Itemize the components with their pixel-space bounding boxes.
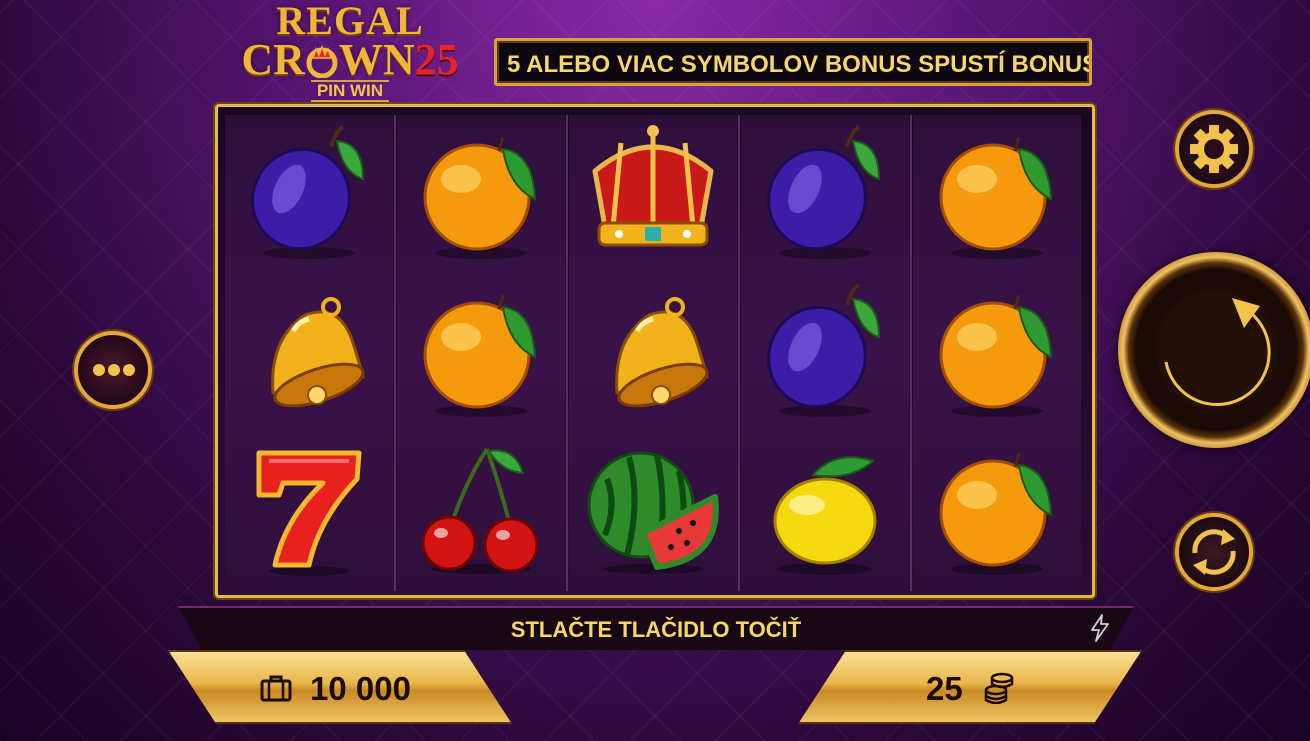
crown-symbol <box>569 115 737 270</box>
reel-divider <box>910 115 912 591</box>
orange-symbol <box>397 273 565 428</box>
orange-symbol <box>913 431 1081 586</box>
briefcase-icon <box>260 675 292 702</box>
orange-symbol <box>397 115 565 270</box>
plum-symbol <box>225 115 393 270</box>
reel-divider <box>394 115 396 591</box>
menu-button[interactable] <box>74 331 152 409</box>
lightning-icon[interactable] <box>1090 614 1110 642</box>
seven-symbol <box>225 431 393 586</box>
plum-symbol <box>741 273 909 428</box>
game-logo: REGAL CR WN25 PIN WIN <box>214 1 486 102</box>
reel-3 <box>569 115 737 591</box>
more-dots-icon <box>93 364 135 376</box>
autoplay-button[interactable] <box>1175 513 1253 591</box>
marquee-text: 5 ALEBO VIAC SYMBOLOV BONUS SPUSTÍ BONUS <box>507 51 1092 78</box>
bonus-marquee: 5 ALEBO VIAC SYMBOLOV BONUS SPUSTÍ BONUS <box>494 38 1092 86</box>
orange-symbol <box>913 115 1081 270</box>
reel-5 <box>913 115 1081 591</box>
coins-icon <box>984 672 1014 704</box>
gear-icon <box>1190 125 1238 173</box>
logo-number: 25 <box>414 35 459 84</box>
bet-panel[interactable]: 25 <box>798 650 1142 724</box>
spin-button[interactable] <box>1118 252 1310 448</box>
lemon-symbol <box>741 431 909 586</box>
cherry-symbol <box>397 431 565 586</box>
spin-arrow-icon <box>1156 290 1276 410</box>
orange-symbol <box>913 273 1081 428</box>
reel-divider <box>566 115 568 591</box>
bell-symbol <box>569 273 737 428</box>
reel-4 <box>741 115 909 591</box>
reel-1 <box>225 115 393 591</box>
bet-value: 25 <box>926 670 963 707</box>
bet-plate <box>798 650 1142 724</box>
bell-symbol <box>225 273 393 428</box>
watermelon-symbol <box>569 431 737 586</box>
logo-pin-win: PIN WIN <box>310 80 390 102</box>
logo-crown: CR WN25 <box>214 38 486 82</box>
logo-crown-o-icon <box>306 44 338 79</box>
info-bar: STLAČTE TLAČIDLO TOČIŤ <box>178 606 1134 650</box>
info-message: STLAČTE TLAČIDLO TOČIŤ <box>510 617 802 642</box>
logo-crown-part2: WN <box>338 35 415 84</box>
reel-divider <box>738 115 740 591</box>
balance-value: 10 000 <box>310 670 411 707</box>
settings-button[interactable] <box>1175 110 1253 188</box>
autoplay-arrows-icon <box>1192 529 1236 575</box>
plum-symbol <box>741 115 909 270</box>
logo-crown-part1: CR <box>241 35 305 84</box>
reel-2 <box>397 115 565 591</box>
reels-frame <box>215 104 1095 598</box>
balance-panel[interactable]: 10 000 <box>168 650 512 724</box>
